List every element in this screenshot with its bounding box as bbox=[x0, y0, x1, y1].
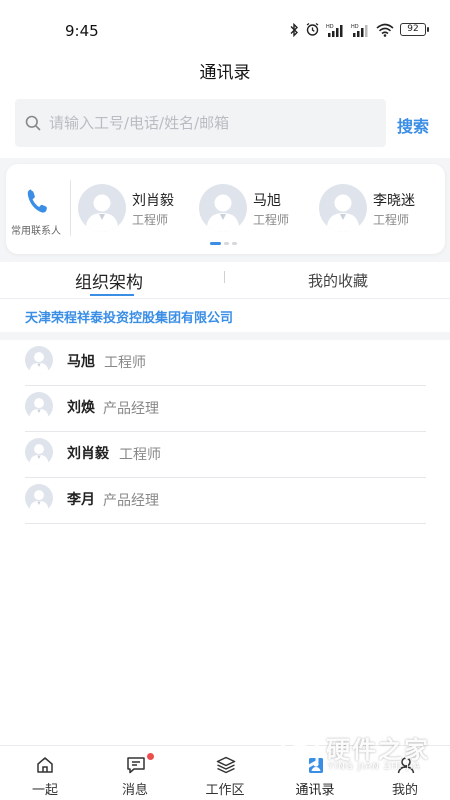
status-bar: 9:45 HD HD 92 bbox=[0, 0, 450, 60]
phone-icon bbox=[27, 189, 47, 213]
member-title: 工程师 bbox=[119, 447, 161, 463]
signal-hd-icon: HD bbox=[351, 24, 368, 37]
status-icons: HD HD 92 bbox=[289, 22, 429, 37]
carousel-dots bbox=[210, 242, 237, 245]
nav-label: 通讯录 bbox=[295, 783, 335, 798]
contact-name: 李晓迷 bbox=[373, 193, 415, 209]
company-row[interactable]: 天津荣程祥泰投资控股集团有限公司 bbox=[0, 298, 450, 332]
profile-icon bbox=[397, 757, 415, 774]
bluetooth-icon bbox=[290, 22, 298, 37]
nav-item-home[interactable]: 一起 bbox=[0, 746, 90, 800]
avatar bbox=[25, 346, 53, 374]
wifi-icon bbox=[376, 23, 394, 37]
contact-title: 工程师 bbox=[373, 213, 410, 227]
search-input[interactable] bbox=[49, 114, 369, 132]
contacts-icon bbox=[309, 758, 323, 773]
divider bbox=[70, 180, 71, 236]
tab-org-structure[interactable]: 组织架构 bbox=[75, 268, 143, 293]
avatar bbox=[25, 484, 53, 512]
member-title: 工程师 bbox=[104, 355, 146, 371]
bottom-nav: 一起 消息 工作区 通讯录 我的 bbox=[0, 745, 450, 800]
nav-item-workspace[interactable]: 工作区 bbox=[180, 746, 270, 800]
layers-icon bbox=[216, 756, 236, 774]
list-item[interactable]: 刘焕 产品经理 bbox=[25, 386, 426, 432]
frequent-contact[interactable]: 李晓迷 工程师 bbox=[319, 184, 439, 234]
home-icon bbox=[37, 757, 53, 773]
member-title: 产品经理 bbox=[103, 401, 159, 417]
avatar bbox=[25, 392, 53, 420]
nav-label: 一起 bbox=[31, 783, 58, 798]
svg-text:HD: HD bbox=[351, 24, 359, 30]
nav-item-profile[interactable]: 我的 bbox=[360, 746, 450, 800]
alarm-icon bbox=[306, 22, 319, 36]
member-name: 刘焕 bbox=[67, 400, 95, 416]
member-title: 产品经理 bbox=[103, 493, 159, 509]
avatar bbox=[25, 438, 53, 466]
contact-name: 马旭 bbox=[253, 193, 281, 209]
tab-bar: 组织架构 我的收藏 bbox=[0, 262, 450, 298]
contact-name: 刘肖毅 bbox=[132, 193, 174, 209]
member-name: 李月 bbox=[67, 492, 95, 508]
unread-badge bbox=[147, 753, 154, 760]
svg-text:HD: HD bbox=[326, 24, 334, 30]
contact-title: 工程师 bbox=[132, 213, 169, 227]
active-tab-indicator bbox=[90, 294, 134, 296]
battery-icon: 92 bbox=[400, 23, 429, 36]
avatar bbox=[78, 184, 126, 232]
message-icon bbox=[127, 757, 145, 774]
list-item[interactable]: 刘肖毅 工程师 bbox=[25, 432, 426, 478]
carousel-dot-active[interactable] bbox=[210, 242, 221, 245]
tab-separator bbox=[224, 271, 225, 283]
frequent-contacts-button[interactable]: 常用联系人 bbox=[6, 164, 70, 254]
signal-hd-icon: HD bbox=[326, 24, 343, 37]
nav-label: 消息 bbox=[121, 783, 148, 798]
contact-title: 工程师 bbox=[253, 213, 290, 227]
nav-item-messages[interactable]: 消息 bbox=[90, 746, 180, 800]
list-item[interactable]: 马旭 工程师 bbox=[25, 340, 426, 386]
member-name: 马旭 bbox=[67, 354, 95, 370]
frequent-contact[interactable]: 刘肖毅 工程师 bbox=[78, 184, 196, 234]
company-name: 天津荣程祥泰投资控股集团有限公司 bbox=[25, 311, 234, 326]
nav-label: 工作区 bbox=[205, 783, 245, 798]
search-icon bbox=[25, 115, 41, 131]
nav-label: 我的 bbox=[391, 783, 418, 798]
status-time: 9:45 bbox=[65, 22, 99, 40]
carousel-dot[interactable] bbox=[224, 242, 229, 245]
search-button[interactable]: 搜索 bbox=[397, 113, 429, 137]
tab-favorites[interactable]: 我的收藏 bbox=[308, 270, 368, 291]
avatar bbox=[199, 184, 247, 232]
frequent-contacts-label: 常用联系人 bbox=[11, 226, 61, 237]
frequent-contacts-card: 常用联系人 刘肖毅 工程师 马旭 工程师 李晓迷 工程师 bbox=[6, 164, 445, 254]
nav-item-contacts[interactable]: 通讯录 bbox=[270, 746, 360, 800]
frequent-contact[interactable]: 马旭 工程师 bbox=[199, 184, 309, 234]
search-box[interactable] bbox=[15, 99, 386, 147]
page-title: 通讯录 bbox=[199, 63, 251, 83]
avatar bbox=[319, 184, 367, 232]
list-item[interactable]: 李月 产品经理 bbox=[25, 478, 426, 524]
section-gap bbox=[0, 332, 450, 340]
member-name: 刘肖毅 bbox=[67, 446, 109, 462]
carousel-dot[interactable] bbox=[232, 242, 237, 245]
